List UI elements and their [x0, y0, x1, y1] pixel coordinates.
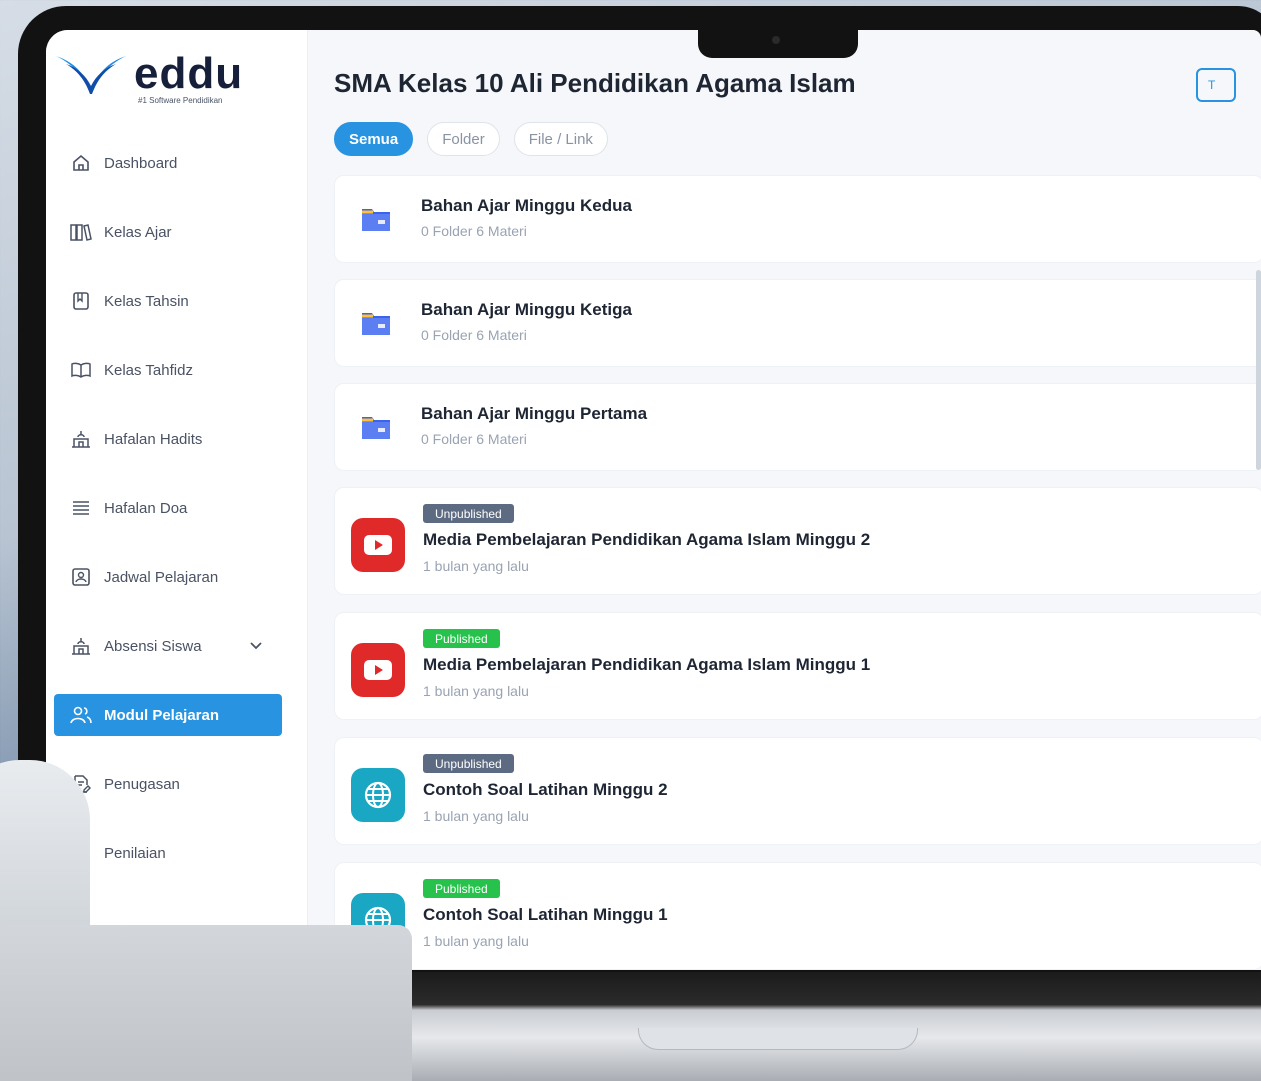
- item-title: Bahan Ajar Minggu Pertama: [421, 404, 648, 423]
- item-title: Media Pembelajaran Pendidikan Agama Isla…: [423, 655, 871, 674]
- folder-icon: [361, 206, 391, 232]
- item-meta: 1 bulan yang lalu: [423, 683, 529, 699]
- sidebar-item-penugasan[interactable]: Penugasan: [54, 763, 282, 805]
- filter-file-link[interactable]: File / Link: [513, 122, 608, 156]
- sidebar-item-label: Kelas Tahfidz: [104, 361, 193, 379]
- main-content: SMA Kelas 10 Ali Pendidikan Agama Islam …: [308, 30, 1261, 970]
- camera-notch: [698, 22, 858, 58]
- list-item[interactable]: Bahan Ajar Minggu Kedua 0 Folder 6 Mater…: [334, 175, 1261, 263]
- list-lines-icon: [70, 497, 92, 519]
- item-title: Bahan Ajar Minggu Ketiga: [421, 300, 632, 319]
- list-item[interactable]: Bahan Ajar Minggu Ketiga 0 Folder 6 Mate…: [334, 279, 1261, 367]
- status-badge: Published: [423, 629, 500, 648]
- item-title: Media Pembelajaran Pendidikan Agama Isla…: [423, 530, 871, 549]
- sidebar-item-modul-pelajaran[interactable]: Modul Pelajaran: [54, 694, 282, 736]
- filter-folder[interactable]: Folder: [427, 122, 500, 156]
- module-list: Bahan Ajar Minggu Kedua 0 Folder 6 Mater…: [334, 175, 1261, 970]
- foreground-laptop: [0, 925, 412, 1081]
- mosque-icon: [70, 635, 92, 657]
- item-meta: 0 Folder 6 Materi: [421, 431, 527, 447]
- sidebar-item-kelas-tahfidz[interactable]: Kelas Tahfidz: [54, 349, 282, 391]
- sidebar-item-kelas-tahsin[interactable]: Kelas Tahsin: [54, 280, 282, 322]
- list-item[interactable]: Published Media Pembelajaran Pendidikan …: [334, 612, 1261, 720]
- item-meta: 1 bulan yang lalu: [423, 933, 529, 949]
- sidebar-item-dashboard[interactable]: Dashboard: [54, 142, 282, 184]
- item-title: Bahan Ajar Minggu Kedua: [421, 196, 632, 215]
- sidebar-item-label: Hafalan Hadits: [104, 430, 203, 448]
- sidebar-nav: Dashboard Kelas Ajar Kelas Tahsin Kelas …: [54, 142, 282, 901]
- status-badge: Unpublished: [423, 754, 514, 773]
- camera-icon: [772, 36, 780, 44]
- scrollbar[interactable]: [1256, 270, 1261, 470]
- sidebar-item-hafalan-hadits[interactable]: Hafalan Hadits: [54, 418, 282, 460]
- item-meta: 0 Folder 6 Materi: [421, 223, 527, 239]
- sidebar-item-label: Penilaian: [104, 844, 166, 862]
- list-item[interactable]: Bahan Ajar Minggu Pertama 0 Folder 6 Mat…: [334, 383, 1261, 471]
- folder-icon: [361, 310, 391, 336]
- logo-name: eddu: [134, 49, 244, 98]
- sidebar-item-label: Modul Pelajaran: [104, 706, 220, 724]
- sidebar-item-absensi-siswa[interactable]: Absensi Siswa: [54, 625, 282, 667]
- sidebar-item-label: Dashboard: [104, 154, 178, 172]
- item-meta: 0 Folder 6 Materi: [421, 327, 527, 343]
- users-icon: [70, 704, 92, 726]
- laptop-groove: [638, 1028, 918, 1050]
- id-card-icon: [70, 566, 92, 588]
- laptop-screen: eddu #1 Software Pendidikan Dashboard Ke…: [46, 30, 1261, 970]
- list-item[interactable]: Unpublished Media Pembelajaran Pendidika…: [334, 487, 1261, 595]
- chevron-down-icon[interactable]: [250, 639, 262, 653]
- list-item[interactable]: Published Contoh Soal Latihan Minggu 1 1…: [334, 862, 1261, 970]
- logo-wings-icon: [54, 52, 128, 98]
- open-book-icon: [70, 359, 92, 381]
- globe-icon: [351, 768, 405, 822]
- folder-icon: [361, 414, 391, 440]
- youtube-icon: [351, 518, 405, 572]
- mosque-icon: [70, 428, 92, 450]
- home-icon: [70, 152, 92, 174]
- page-title: SMA Kelas 10 Ali Pendidikan Agama Islam: [334, 68, 856, 98]
- sidebar-item-kelas-ajar[interactable]: Kelas Ajar: [54, 211, 282, 253]
- item-title: Contoh Soal Latihan Minggu 1: [423, 905, 668, 924]
- notebook-icon: [70, 290, 92, 312]
- sidebar-item-label: Absensi Siswa: [104, 637, 202, 655]
- books-icon: [70, 221, 92, 243]
- sidebar-item-label: Jadwal Pelajaran: [104, 568, 219, 586]
- item-title: Contoh Soal Latihan Minggu 2: [423, 780, 668, 799]
- sidebar-item-jadwal-pelajaran[interactable]: Jadwal Pelajaran: [54, 556, 282, 598]
- filter-semua[interactable]: Semua: [334, 122, 414, 156]
- logo[interactable]: eddu #1 Software Pendidikan: [54, 52, 243, 105]
- sidebar-item-label: Kelas Ajar: [104, 223, 172, 241]
- youtube-icon: [351, 643, 405, 697]
- item-meta: 1 bulan yang lalu: [423, 558, 529, 574]
- list-item[interactable]: Unpublished Contoh Soal Latihan Minggu 2…: [334, 737, 1261, 845]
- sidebar-item-label: Kelas Tahsin: [104, 292, 189, 310]
- status-badge: Unpublished: [423, 504, 514, 523]
- sidebar-item-label: Penugasan: [104, 775, 180, 793]
- filter-tabs: Semua Folder File / Link: [334, 122, 622, 156]
- sidebar-item-label: Hafalan Doa: [104, 499, 188, 517]
- item-meta: 1 bulan yang lalu: [423, 808, 529, 824]
- person-shoulder: [0, 760, 90, 940]
- laptop-base: [380, 972, 1261, 1081]
- sidebar-item-hafalan-doa[interactable]: Hafalan Doa: [54, 487, 282, 529]
- top-action-button[interactable]: T: [1196, 68, 1236, 102]
- status-badge: Published: [423, 879, 500, 898]
